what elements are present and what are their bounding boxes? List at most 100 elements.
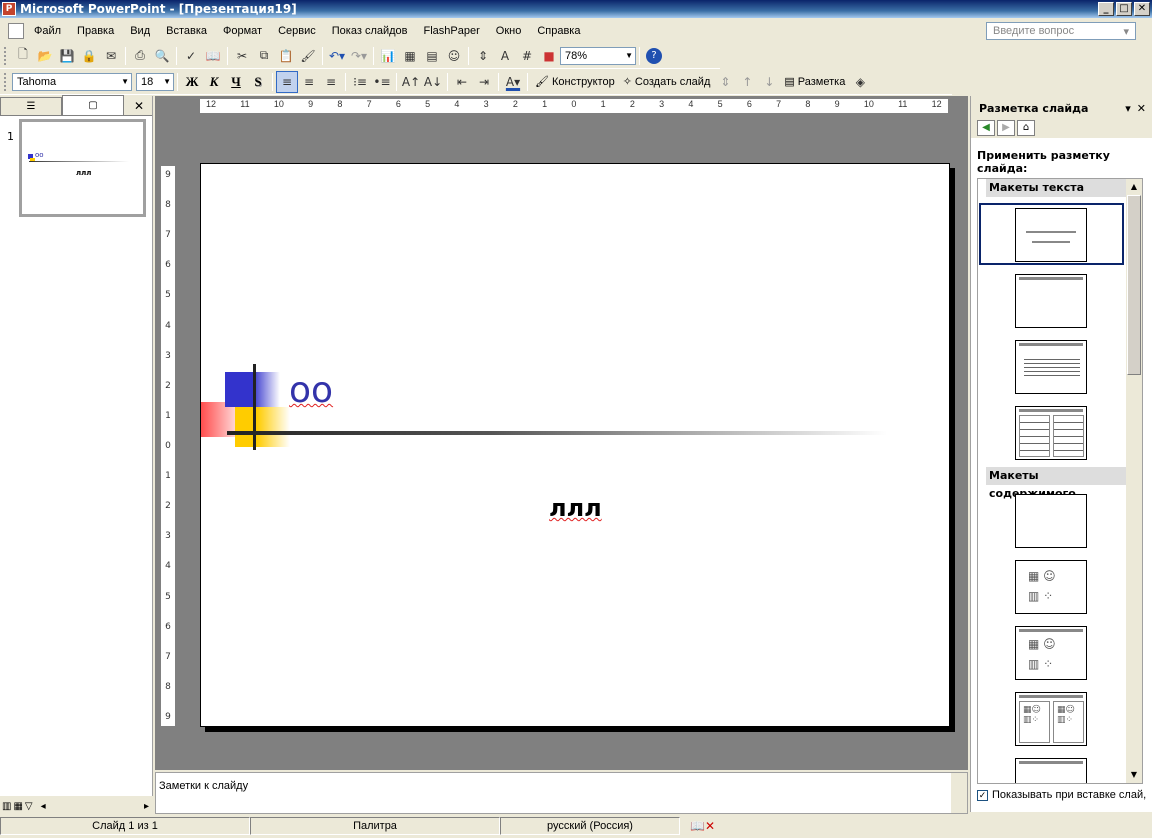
undo-icon[interactable]: ↶▾ [326, 45, 348, 67]
italic-button[interactable]: К [203, 71, 225, 93]
window-title: Microsoft PowerPoint - [Презентация19] [20, 2, 297, 16]
menu-file[interactable]: Файл [26, 25, 69, 37]
menu-window[interactable]: Окно [488, 25, 530, 37]
expand-icon[interactable]: ⇕ [714, 71, 736, 93]
font-select[interactable]: Tahoma ▼ [12, 72, 132, 91]
spelling-status-icon[interactable]: 📖✕ [690, 819, 715, 833]
slide-subtitle[interactable]: ллл [549, 494, 602, 522]
menu-tools[interactable]: Сервис [270, 25, 324, 37]
ask-question-input[interactable]: Введите вопрос ▾ [986, 22, 1136, 40]
bold-button[interactable]: Ж [181, 71, 203, 93]
notes-text: Заметки к слайду [159, 780, 249, 792]
increase-font-icon[interactable]: A↑ [400, 71, 422, 93]
menu-insert[interactable]: Вставка [158, 25, 215, 37]
align-left-icon[interactable]: ≡ [276, 70, 298, 93]
copy-icon[interactable]: ⧉ [253, 45, 275, 67]
scroll-right-icon[interactable]: ▸ [144, 801, 149, 812]
back-icon[interactable]: ◀ [977, 120, 995, 136]
menu-edit[interactable]: Правка [69, 25, 122, 37]
document-icon[interactable] [8, 23, 24, 39]
zoom-select[interactable]: 78% ▼ [560, 46, 636, 65]
help-icon[interactable]: ? [646, 47, 662, 64]
layout-title-four-content[interactable] [1015, 758, 1087, 783]
spelling-icon[interactable]: ✓ [180, 45, 202, 67]
bullets-icon[interactable]: •≡ [371, 71, 393, 93]
slideshow-view-icon[interactable]: ▽ [25, 801, 33, 812]
email-icon[interactable]: ✉ [100, 45, 122, 67]
numbering-icon[interactable]: ⁝≡ [349, 71, 371, 93]
print-icon[interactable]: ⎙ [129, 45, 151, 67]
permission-icon[interactable]: 🔒 [78, 45, 100, 67]
designer-button[interactable]: 🖌 Конструктор [531, 71, 619, 93]
font-size-select[interactable]: 18 ▼ [136, 72, 174, 91]
new-slide-button[interactable]: ✧ Создать слайд [619, 71, 715, 93]
underline-button[interactable]: Ч [225, 71, 247, 93]
open-folder-icon[interactable]: 📂 [34, 45, 56, 67]
shadow-button[interactable]: S [247, 71, 269, 93]
forward-icon[interactable]: ▶ [997, 120, 1015, 136]
slide-thumbnail[interactable]: оо ллл [19, 119, 146, 217]
paste-icon[interactable]: 📋 [275, 45, 297, 67]
print-preview-icon[interactable]: 🔍 [151, 45, 173, 67]
layout-button[interactable]: ▤ Разметка [780, 71, 849, 93]
sorter-view-icon[interactable]: ▦ [13, 801, 22, 812]
show-grid-icon[interactable]: # [516, 45, 538, 67]
tables-borders-icon[interactable]: ▤ [421, 45, 443, 67]
gallery-scrollbar[interactable]: ▲ ▼ [1126, 179, 1142, 783]
home-icon[interactable]: ⌂ [1017, 120, 1035, 136]
font-color-icon[interactable]: A▾ [502, 71, 524, 93]
close-icon[interactable]: ✕ [1137, 102, 1146, 115]
powerpoint-app-icon[interactable]: P [2, 2, 16, 16]
scrollbar-thumb[interactable] [1127, 195, 1141, 375]
insert-table-icon[interactable]: ▦ [399, 45, 421, 67]
maximize-button[interactable]: □ [1116, 2, 1132, 16]
layout-title-two-content[interactable]: ▦☺ ▥⁘ ▦☺ ▥⁘ [1015, 692, 1087, 746]
align-center-icon[interactable]: ≡ [298, 71, 320, 93]
layout-blank[interactable] [1015, 494, 1087, 548]
decrease-indent-icon[interactable]: ⇤ [451, 71, 473, 93]
layout-title-content[interactable]: ▦ ☺ ▥ ⁘ [1015, 626, 1087, 680]
slide-canvas[interactable]: оо ллл [200, 163, 950, 727]
chevron-down-icon[interactable]: ▾ [1125, 102, 1131, 115]
close-icon[interactable]: ✕ [134, 99, 144, 113]
insert-chart-icon[interactable]: 📊 [377, 45, 399, 67]
menu-slideshow[interactable]: Показ слайдов [324, 25, 416, 37]
close-button[interactable]: ✕ [1134, 2, 1150, 16]
new-document-icon[interactable]: 🗋 [12, 45, 34, 67]
align-right-icon[interactable]: ≡ [320, 71, 342, 93]
normal-view-icon[interactable]: ▥ [2, 801, 11, 812]
layout-content[interactable]: ▦ ☺ ▥ ⁘ [1015, 560, 1087, 614]
layout-two-column-text[interactable] [1015, 406, 1087, 460]
layout-title-text[interactable] [1015, 340, 1087, 394]
cut-icon[interactable]: ✂ [231, 45, 253, 67]
menu-help[interactable]: Справка [529, 25, 588, 37]
format-painter-icon[interactable]: 🖌 [297, 45, 319, 67]
show-formatting-icon[interactable]: A [494, 45, 516, 67]
move-up-icon[interactable]: ↑ [736, 71, 758, 93]
redo-icon[interactable]: ↷▾ [348, 45, 370, 67]
h-tick: 5 [425, 99, 431, 109]
show-on-insert-checkbox[interactable]: ✓ [977, 789, 988, 801]
color-fill-icon[interactable]: ◈ [849, 71, 871, 93]
color-grayscale-icon[interactable]: ■ [538, 45, 560, 67]
notes-scrollbar[interactable] [951, 773, 967, 813]
decrease-font-icon[interactable]: A↓ [422, 71, 444, 93]
menu-view[interactable]: Вид [122, 25, 158, 37]
move-down-icon[interactable]: ↓ [758, 71, 780, 93]
scroll-left-icon[interactable]: ◂ [41, 801, 46, 812]
menu-flashpaper[interactable]: FlashPaper [416, 25, 488, 37]
expand-all-icon[interactable]: ⇕ [472, 45, 494, 67]
layout-title-only[interactable] [1015, 274, 1087, 328]
notes-pane[interactable]: Заметки к слайду [155, 772, 968, 814]
insert-clipart-icon[interactable]: ☺ [443, 45, 465, 67]
save-icon[interactable]: 💾 [56, 45, 78, 67]
tab-slides[interactable]: ▢ [62, 95, 124, 115]
layout-title-slide[interactable] [1015, 208, 1087, 262]
research-icon[interactable]: 📖 [202, 45, 224, 67]
increase-indent-icon[interactable]: ⇥ [473, 71, 495, 93]
minimize-button[interactable]: _ [1098, 2, 1114, 16]
tab-outline[interactable]: ☰ [0, 97, 62, 115]
show-on-insert-checkbox-row[interactable]: ✓ Показывать при вставке слай, [977, 789, 1146, 801]
slide-title[interactable]: оо [289, 370, 333, 411]
menu-format[interactable]: Формат [215, 25, 270, 37]
